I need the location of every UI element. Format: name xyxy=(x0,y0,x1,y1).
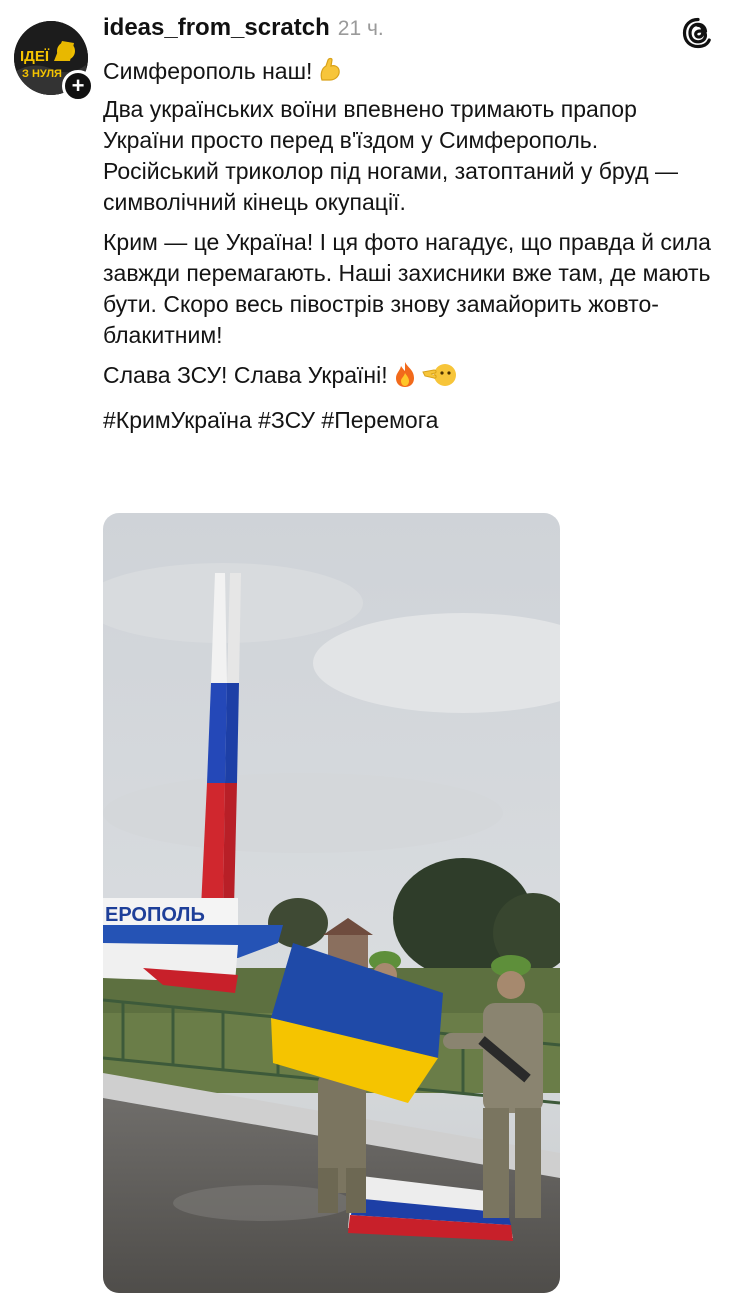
post-paragraph-2: Крим — це Україна! І ця фото нагадує, що… xyxy=(103,229,711,348)
post-body: Симферополь наш! Два українських воїни в… xyxy=(103,56,718,445)
username[interactable]: ideas_from_scratch xyxy=(103,14,330,42)
post-header: ideas_from_scratch 21 ч. xyxy=(103,14,384,48)
photo-scene: ЕРОПОЛЬ xyxy=(103,513,560,1293)
post-photo[interactable]: ЕРОПОЛЬ xyxy=(103,513,560,1293)
sign-text: ЕРОПОЛЬ xyxy=(105,904,205,926)
post-paragraph-1: Два українських воїни впевнено тримають … xyxy=(103,96,678,215)
avatar-text-bottom: З НУЛЯ xyxy=(22,68,62,80)
pointing-face-icon xyxy=(421,360,458,396)
avatar-text-top: ІДЕЇ xyxy=(20,48,50,65)
post-line-title: Симферополь наш! xyxy=(103,56,718,92)
follow-button[interactable]: + xyxy=(62,70,94,102)
post-timestamp: 21 ч. xyxy=(337,17,384,40)
post-paragraph-3: Слава ЗСУ! Слава Україні! xyxy=(103,360,718,396)
threads-icon[interactable] xyxy=(681,16,715,50)
flexed-biceps-icon xyxy=(316,56,344,92)
post-hashtags[interactable]: #КримУкраїна #ЗСУ #Перемога xyxy=(103,405,718,436)
fire-icon xyxy=(392,360,418,396)
